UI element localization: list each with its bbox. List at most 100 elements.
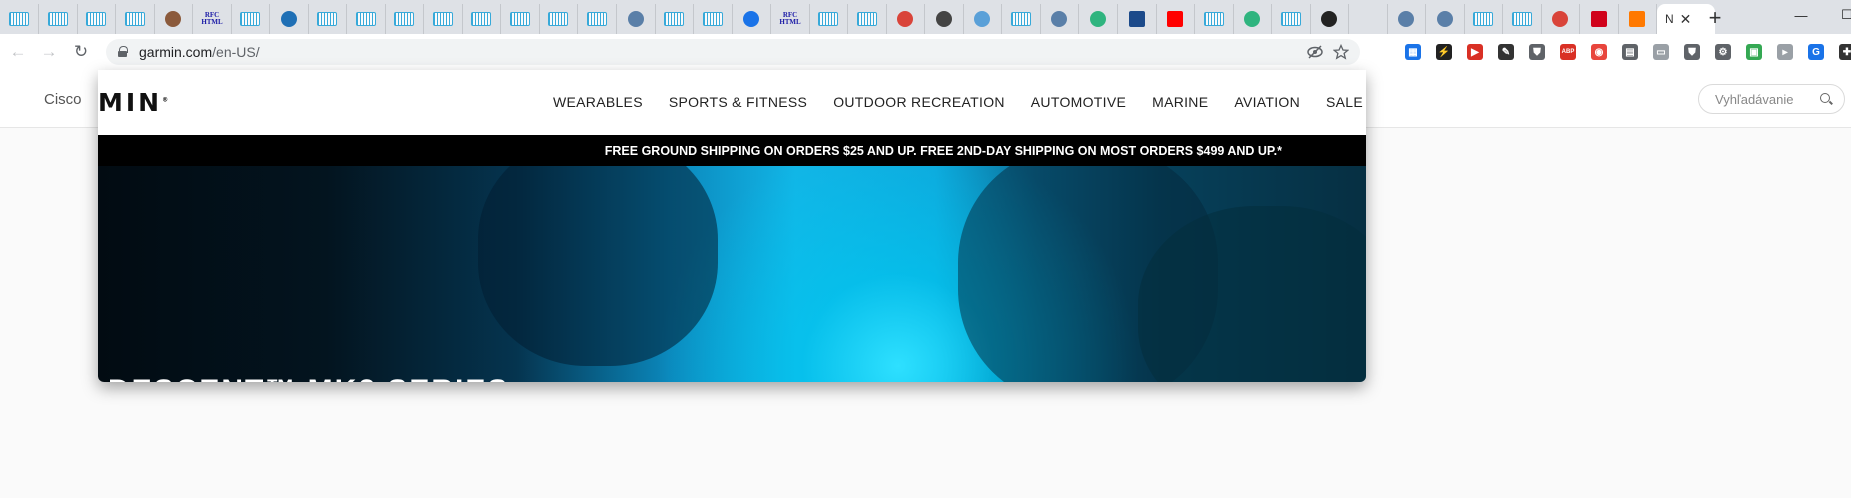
extension-icon[interactable]: G (1808, 44, 1824, 60)
paper-plane-icon (974, 11, 990, 27)
tab-strip: RFC HTML RFC HTML N ✕ + — ☐ (0, 0, 1851, 34)
browser-tab[interactable] (1040, 4, 1079, 34)
network-icon (1437, 11, 1453, 27)
address-bar[interactable]: garmin.com/en-US/ (106, 39, 1360, 65)
cisco-icon (48, 12, 68, 26)
garmin-page-preview[interactable]: MIN® WEARABLES SPORTS & FITNESS OUTDOOR RE… (98, 70, 1366, 382)
forward-button[interactable]: → (38, 42, 60, 62)
extension-icon[interactable]: ABP (1560, 44, 1576, 60)
browser-tab[interactable] (1002, 4, 1041, 34)
browser-tab[interactable] (424, 4, 463, 34)
browser-tab[interactable] (578, 4, 617, 34)
extension-icon[interactable]: ◉ (1591, 44, 1607, 60)
extension-icon[interactable]: ▦ (1405, 44, 1421, 60)
browser-tab[interactable] (1195, 4, 1234, 34)
browser-tab[interactable] (1079, 4, 1118, 34)
browser-tab[interactable] (231, 4, 270, 34)
extension-icon[interactable]: ▭ (1653, 44, 1669, 60)
browser-tab[interactable] (1580, 4, 1619, 34)
browser-tab[interactable] (848, 4, 887, 34)
nav-item-sports-fitness[interactable]: SPORTS & FITNESS (669, 94, 807, 110)
lock-icon[interactable] (118, 46, 128, 57)
cisco-icon (394, 12, 414, 26)
extension-icon[interactable]: ▶ (1467, 44, 1483, 60)
browser-tab[interactable] (1310, 4, 1349, 34)
document-icon (281, 11, 297, 27)
url-text[interactable]: garmin.com/en-US/ (139, 44, 260, 60)
hero-banner[interactable]: DESCENT™ MK2 SERIES (98, 166, 1366, 382)
blue-square-icon (1129, 11, 1145, 27)
browser-tab[interactable] (1503, 4, 1542, 34)
browser-tab[interactable] (809, 4, 848, 34)
browser-tab[interactable] (886, 4, 925, 34)
extension-icon[interactable]: ▣ (1746, 44, 1762, 60)
cisco-icon (857, 12, 877, 26)
browser-tab[interactable] (462, 4, 501, 34)
browser-tab[interactable] (1541, 4, 1580, 34)
nav-item-aviation[interactable]: AVIATION (1234, 94, 1300, 110)
browser-tab[interactable] (1272, 4, 1311, 34)
browser-tab[interactable] (1233, 4, 1272, 34)
browser-tab[interactable] (308, 4, 347, 34)
cisco-icon (587, 12, 607, 26)
extension-icon[interactable]: ✚ (1839, 44, 1851, 60)
extension-icon[interactable]: ⚙ (1715, 44, 1731, 60)
minimize-button[interactable]: — (1778, 0, 1824, 30)
background-search-box[interactable]: Vyhľadávanie (1698, 84, 1845, 114)
browser-tab[interactable] (1426, 4, 1465, 34)
browser-tab[interactable] (385, 4, 424, 34)
browser-tab[interactable] (154, 4, 193, 34)
browser-tab[interactable]: RFC HTML (771, 4, 810, 34)
browser-tab[interactable] (1349, 4, 1388, 34)
browser-tab[interactable] (1464, 4, 1503, 34)
browser-tab[interactable] (77, 4, 116, 34)
browser-tab[interactable] (1387, 4, 1426, 34)
browser-tab[interactable] (0, 4, 39, 34)
cisco-icon (548, 12, 568, 26)
hero-rock-left (478, 166, 718, 366)
browser-tab[interactable] (270, 4, 309, 34)
cisco-icon (1204, 12, 1224, 26)
red-f-icon (1591, 11, 1607, 27)
nav-item-sale[interactable]: SALE (1326, 94, 1363, 110)
browser-tab[interactable] (347, 4, 386, 34)
extension-icon[interactable]: ✎ (1498, 44, 1514, 60)
browser-tab[interactable] (732, 4, 771, 34)
browser-tab[interactable] (1156, 4, 1195, 34)
browser-tab[interactable] (539, 4, 578, 34)
close-tab-icon[interactable]: ✕ (1680, 11, 1692, 28)
search-icon[interactable] (1820, 93, 1832, 105)
browser-tab[interactable] (1618, 4, 1657, 34)
extension-icon[interactable]: ⚡ (1436, 44, 1452, 60)
maximize-button[interactable]: ☐ (1824, 0, 1851, 30)
reload-button[interactable]: ↻ (70, 42, 92, 62)
browser-tab[interactable] (116, 4, 155, 34)
garmin-main-nav: WEARABLES SPORTS & FITNESS OUTDOOR RECREAT… (553, 94, 1363, 110)
nav-item-marine[interactable]: MARINE (1152, 94, 1208, 110)
browser-tab[interactable] (963, 4, 1002, 34)
nav-item-wearables[interactable]: WEARABLES (553, 94, 643, 110)
browser-tab[interactable] (694, 4, 733, 34)
browser-tab[interactable] (925, 4, 964, 34)
tracking-blocked-icon[interactable] (1306, 43, 1324, 61)
background-brand-text[interactable]: Cisco (44, 91, 82, 108)
extension-icon[interactable]: ⛊ (1529, 44, 1545, 60)
network-icon (1398, 11, 1414, 27)
extension-icon[interactable]: ▤ (1622, 44, 1638, 60)
shipping-promo-banner[interactable]: FREE GROUND SHIPPING ON ORDERS $25 AND U… (98, 135, 1366, 166)
browser-tab[interactable]: RFC HTML (193, 4, 232, 34)
new-tab-button[interactable]: + (1700, 4, 1730, 32)
nav-item-outdoor-recreation[interactable]: OUTDOOR RECREATION (833, 94, 1005, 110)
extension-icon[interactable]: ⛊ (1684, 44, 1700, 60)
back-button[interactable]: ← (7, 42, 29, 62)
bookmark-star-icon[interactable] (1332, 43, 1350, 61)
garmin-logo[interactable]: MIN® (98, 88, 168, 117)
browser-tab[interactable] (655, 4, 694, 34)
browser-tab[interactable] (39, 4, 78, 34)
browser-tab[interactable] (501, 4, 540, 34)
browser-tab[interactable] (617, 4, 656, 34)
cisco-icon (86, 12, 106, 26)
browser-tab[interactable] (1118, 4, 1157, 34)
extension-icon[interactable]: ▸ (1777, 44, 1793, 60)
nav-item-automotive[interactable]: AUTOMOTIVE (1031, 94, 1126, 110)
